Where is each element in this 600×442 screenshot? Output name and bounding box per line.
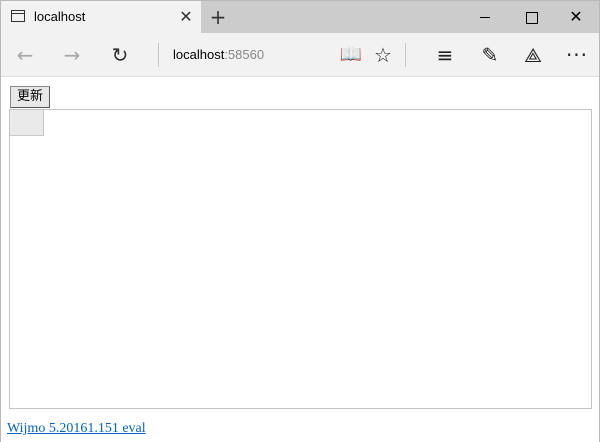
- share-icon[interactable]: ⟁: [520, 42, 546, 68]
- address-bar[interactable]: localhost:58560: [173, 47, 264, 62]
- page-icon: [11, 10, 25, 22]
- refresh-icon[interactable]: ↻: [107, 42, 133, 68]
- forward-arrow-icon[interactable]: →: [59, 42, 85, 68]
- more-icon[interactable]: ···: [564, 42, 590, 68]
- wijmo-eval-link[interactable]: Wijmo 5.20161.151 eval: [6, 421, 147, 437]
- browser-tab[interactable]: localhost ✕: [1, 1, 201, 33]
- reading-view-icon[interactable]: 📖: [338, 42, 364, 68]
- update-button[interactable]: 更新: [10, 86, 51, 108]
- title-bar: localhost ✕ + ✕: [1, 1, 599, 33]
- maximize-button[interactable]: [508, 1, 554, 33]
- grid-top-left-cell[interactable]: [10, 110, 44, 136]
- close-window-button[interactable]: ✕: [553, 1, 599, 33]
- hub-icon[interactable]: ≡: [432, 42, 458, 68]
- data-grid[interactable]: [9, 109, 592, 409]
- minimize-button[interactable]: [462, 1, 508, 33]
- web-note-icon[interactable]: ✎: [477, 42, 503, 68]
- tab-close-icon[interactable]: ✕: [177, 8, 195, 26]
- tab-title: localhost: [34, 9, 86, 24]
- browser-window: localhost ✕ + ✕ ← → ↻ localhost:58560 📖 …: [0, 0, 600, 442]
- new-tab-icon[interactable]: +: [207, 6, 229, 28]
- page-content: 更新 Wijmo 5.20161.151 eval: [1, 78, 599, 442]
- toolbar-divider: [158, 43, 159, 67]
- favorite-star-icon[interactable]: ☆: [370, 42, 396, 68]
- back-arrow-icon[interactable]: ←: [12, 42, 38, 68]
- navigation-bar: ← → ↻ localhost:58560 📖 ☆ ≡ ✎ ⟁ ···: [1, 33, 599, 77]
- address-host: localhost: [173, 47, 225, 62]
- address-port: :58560: [224, 47, 265, 62]
- toolbar-divider: [405, 43, 406, 67]
